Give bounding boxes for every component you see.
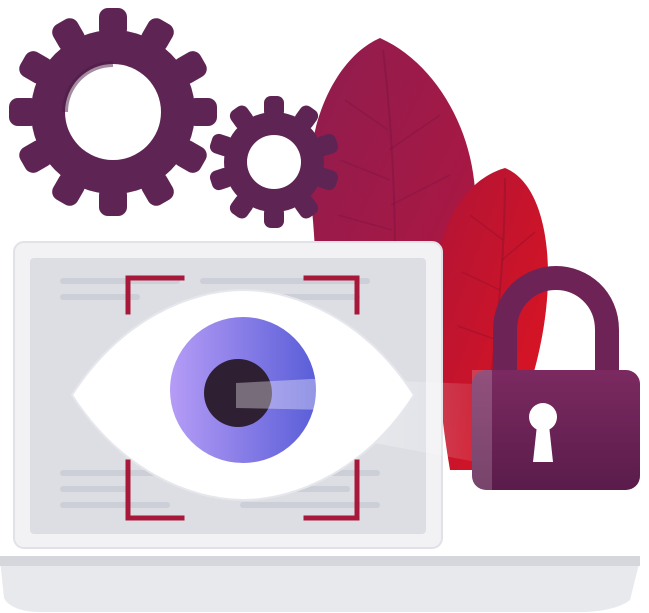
gear-icon — [9, 8, 217, 216]
security-eye-illustration — [0, 8, 640, 612]
padlock-icon — [472, 265, 640, 490]
lock-body — [472, 370, 640, 490]
laptop-base — [0, 560, 640, 612]
